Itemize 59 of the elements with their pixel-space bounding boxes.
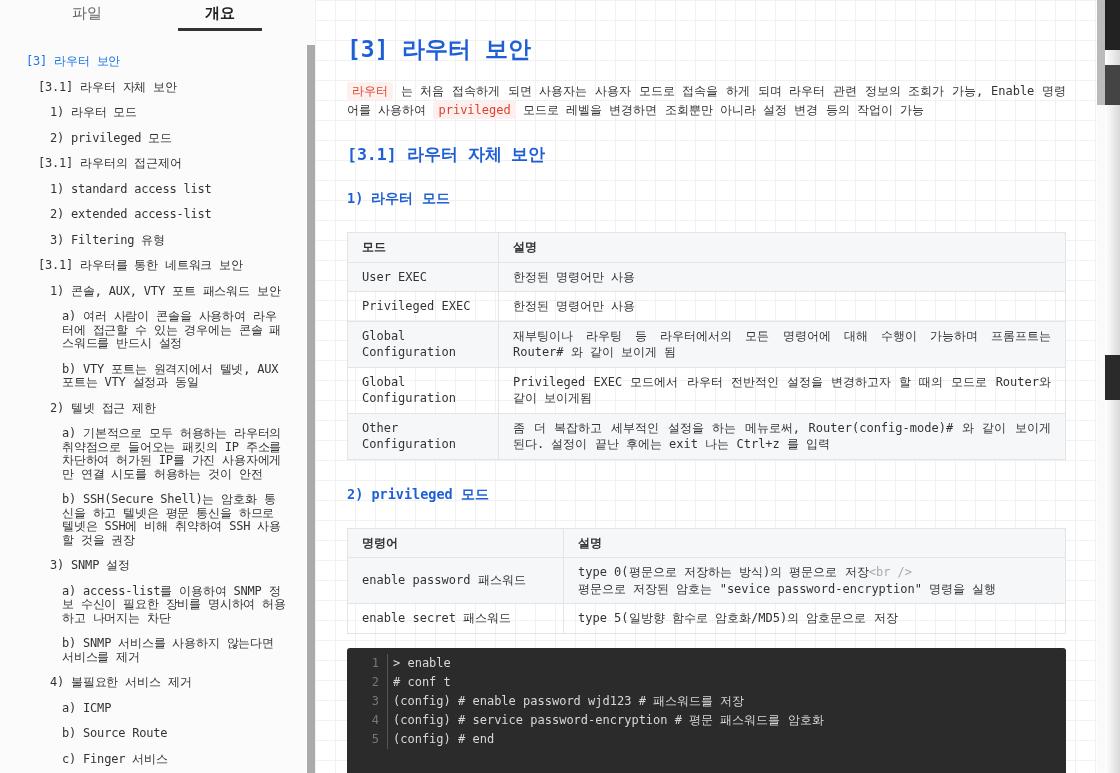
sidebar-tab[interactable]: 파일 [20, 0, 154, 31]
code-line: (config) # enable password wjd123 # 패스워드를 저장 [392, 692, 745, 710]
table-cell: type 5(일방향 함수로 암호화/MD5)의 암호문으로 저장 [563, 603, 1066, 633]
scrollbar-thumb[interactable] [1097, 0, 1105, 105]
outline-item[interactable]: [3] 라우터 보안 [0, 49, 307, 75]
outline-item[interactable]: 1) standard access list [0, 176, 307, 202]
outline-item[interactable]: [3.1] 라우터 자체 보안 [0, 74, 307, 100]
subsection-heading: 2) privileged 모드 [347, 485, 490, 504]
table-cell: 한정된 명령어만 사용 [498, 291, 1066, 321]
page-title: [3] 라우터 보안 [347, 35, 533, 64]
table-cell: type 0(평문으로 저장하는 방식)의 평문으로 저장<br /> 평문으로 저장된 암호는 "sevice password-encryption" 명령을 실행 [563, 557, 1066, 604]
column-header: 모드 [347, 232, 499, 262]
table-cell: Other Configuration [347, 413, 499, 459]
code-line: # conf t [392, 673, 451, 691]
table-cell: User EXEC [347, 262, 499, 292]
line-number: 5 [347, 729, 388, 749]
column-header: 설명 [563, 528, 1066, 558]
line-number: 2 [347, 672, 388, 692]
outline-item[interactable]: 4) 불필요한 서비스 제거 [0, 670, 307, 696]
column-header: 설명 [498, 232, 1066, 262]
line-number: 1 [347, 653, 388, 673]
outline-item[interactable]: 1) 콘솔, AUX, VTY 포트 패스워드 보안 [0, 278, 307, 304]
outline-item[interactable]: 2) privileged 모드 [0, 125, 307, 151]
outline-item[interactable]: [3.1] 라우터를 통한 네트워크 보안 [0, 253, 307, 279]
column-header: 명령어 [347, 528, 564, 558]
outline-item[interactable]: a) 기본적으로 모두 허용하는 라우터의 취약점으로 들어오는 패킷의 IP 주소를 차단하여 허가된 IP를 가진 사용자에게만 연결 시도를 허용하는 것이 안전 [0, 421, 307, 487]
outline-item[interactable]: b) Source Route [0, 721, 307, 747]
table-cell: 한정된 명령어만 사용 [498, 262, 1066, 292]
outline-item[interactable]: a) access-list를 이용하여 SNMP 정보 수신이 필요한 장비를 명시하여 허용하고 나머지는 차단 [0, 578, 307, 631]
outline-item[interactable]: 3) SNMP 설정 [0, 553, 307, 579]
table-cell: 재부팅이나 라우팅 등 라우터에서의 모든 명령어에 대해 수행이 가능하며 프롬프트는 Router# 와 같이 보이게 됨 [498, 321, 1066, 367]
outline-item[interactable]: a) 여러 사람이 콘솔을 사용하여 라우터에 접근할 수 있는 경우에는 콘솔 패스워드를 반드시 설정 [0, 304, 307, 357]
outline-item[interactable]: b) SNMP 서비스를 사용하지 않는다면 서비스를 제거 [0, 631, 307, 670]
outline-item[interactable]: b) SSH(Secure Shell)는 암호화 통신을 하고 텔넷은 평문 통신을 하므로 텔넷은 SSH에 비해 취약하여 SSH 사용할 것을 권장 [0, 487, 307, 553]
paragraph: 라우터 는 처음 접속하게 되면 사용자는 사용자 모드로 접속을 하게 되며 라우터 관련 정보의 조회가 가능, Enable 명령어를 사용하여 privileged 모드로 레벨을 변경하면 조회뿐만 아니라 설정 변경 등의 작업이 가능 [347, 82, 1066, 120]
table-cell: enable secret 패스워드 [347, 603, 564, 633]
outline-item[interactable]: 1) 라우터 모드 [0, 100, 307, 126]
table-cell: Global Configuration [347, 321, 499, 367]
table-cell: enable password 패스워드 [347, 557, 564, 604]
subsection-heading: 1) 라우터 모드 [347, 190, 451, 208]
table-cell: Privileged EXEC 모드에서 라우터 전반적인 설정을 변경하고자 할 때의 모드로 Router와 같이 보이게됨 [498, 367, 1066, 413]
outline-item[interactable]: 2) 텔넷 접근 제한 [0, 395, 307, 421]
outline-item[interactable]: a) ICMP [0, 695, 307, 721]
code-line: > enable [392, 654, 451, 672]
section-heading: [3.1] 라우터 자체 보안 [347, 144, 547, 166]
table-cell: Global Configuration [347, 367, 499, 413]
outline-item[interactable]: 3) Filtering 유형 [0, 227, 307, 253]
scrollbar[interactable] [307, 45, 315, 773]
outline-item[interactable]: [3.1] 라우터의 접근제어 [0, 151, 307, 177]
outline-item[interactable]: b) VTY 포트는 원격지에서 텔넷, AUX 포트는 VTY 설정과 동일 [0, 356, 307, 396]
sidebar-tab[interactable]: 개요 [153, 0, 287, 31]
line-number: 4 [347, 710, 388, 730]
table-cell: 좀 더 복잡하고 세부적인 설정을 하는 메뉴로써, Router(config-mode)# 와 같이 보이게 된다. 설정이 끝난 후에는 exit 나는 Ctrl+z 를 입력 [498, 413, 1066, 459]
table-cell: Privileged EXEC [347, 291, 499, 321]
code-line: (config) # end [392, 730, 495, 748]
outline-item[interactable]: 2) extended access-list [0, 202, 307, 228]
line-number: 3 [347, 691, 388, 711]
code-line: (config) # service password-encryption # 평문 패스워드를 암호화 [392, 711, 824, 729]
outline-item[interactable]: c) Finger 서비스 [0, 746, 307, 772]
